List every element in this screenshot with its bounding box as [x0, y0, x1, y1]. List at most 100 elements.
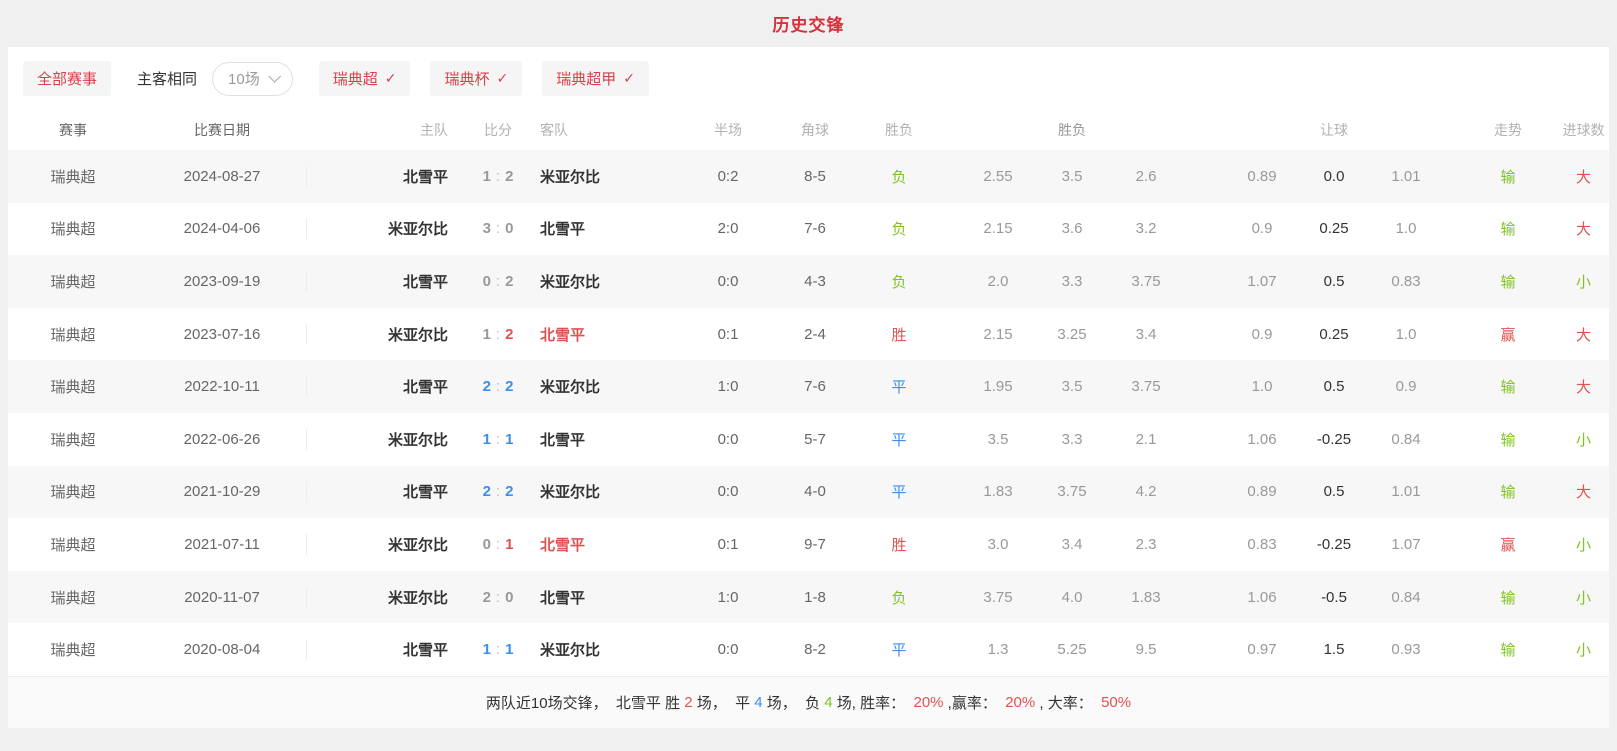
row-trend: 输	[1458, 166, 1558, 187]
header-result: 胜负	[864, 120, 934, 140]
row-result: 负	[864, 271, 934, 292]
row-home-team: 北雪平	[306, 271, 458, 292]
row-odds-loss: 1.83	[1109, 589, 1183, 606]
row-league: 瑞典超	[8, 639, 138, 660]
row-home-team: 北雪平	[306, 376, 458, 397]
summary-segment: 两队近10场交锋， 北雪平 胜	[486, 692, 684, 713]
row-halftime: 0:2	[690, 168, 766, 185]
row-result: 平	[864, 429, 934, 450]
row-trend: 赢	[1458, 534, 1558, 555]
summary-segment: 20%	[1005, 694, 1035, 711]
row-score-home: 1	[483, 326, 491, 343]
row-home-team: 北雪平	[306, 639, 458, 660]
row-corners: 2-4	[766, 326, 864, 343]
summary-segment: 场， 负	[763, 692, 825, 713]
header-handicap: 让球	[1298, 120, 1370, 140]
row-goals: 小	[1558, 587, 1609, 608]
row-odds-loss: 3.2	[1109, 220, 1183, 237]
row-handicap-line: -0.25	[1298, 431, 1370, 448]
row-odds-draw: 3.25	[1035, 326, 1109, 343]
row-goals: 大	[1558, 166, 1609, 187]
match-row[interactable]: 瑞典超 2021-07-11 米亚尔比 0:1 北雪平 0:1 9-7 胜 3.…	[8, 518, 1609, 571]
row-halftime: 0:0	[690, 431, 766, 448]
row-halftime: 0:1	[690, 536, 766, 553]
match-row[interactable]: 瑞典超 2024-04-06 米亚尔比 3:0 北雪平 2:0 7-6 负 2.…	[8, 203, 1609, 256]
row-score-colon: :	[491, 273, 505, 290]
league-filter-label: 瑞典杯	[444, 68, 489, 89]
row-trend: 输	[1458, 639, 1558, 660]
row-corners: 8-2	[766, 641, 864, 658]
row-result: 负	[864, 218, 934, 239]
row-handicap-away: 1.0	[1370, 326, 1442, 343]
row-corners: 7-6	[766, 220, 864, 237]
row-league: 瑞典超	[8, 271, 138, 292]
row-handicap-away: 1.01	[1370, 168, 1442, 185]
row-trend: 输	[1458, 481, 1558, 502]
row-odds-draw: 4.0	[1035, 589, 1109, 606]
row-handicap-away: 0.9	[1370, 378, 1442, 395]
match-row[interactable]: 瑞典超 2020-11-07 米亚尔比 2:0 北雪平 1:0 1-8 负 3.…	[8, 571, 1609, 624]
match-row[interactable]: 瑞典超 2023-09-19 北雪平 0:2 米亚尔比 0:0 4-3 负 2.…	[8, 255, 1609, 308]
row-home-team: 北雪平	[306, 481, 458, 502]
match-row[interactable]: 瑞典超 2022-10-11 北雪平 2:2 米亚尔比 1:0 7-6 平 1.…	[8, 360, 1609, 413]
row-result: 平	[864, 376, 934, 397]
row-score-away: 1	[505, 641, 513, 658]
header-odds: 胜负	[1035, 120, 1109, 140]
league-filter-group: 瑞典超✓ 瑞典杯✓ 瑞典超甲✓	[319, 61, 649, 96]
row-corners: 8-5	[766, 168, 864, 185]
all-events-button[interactable]: 全部赛事	[23, 61, 111, 96]
row-handicap-line: 1.5	[1298, 641, 1370, 658]
row-handicap-home: 1.0	[1226, 378, 1298, 395]
league-filter-button[interactable]: 瑞典超甲✓	[542, 61, 649, 96]
row-league: 瑞典超	[8, 376, 138, 397]
row-date: 2024-08-27	[138, 168, 306, 185]
row-handicap-away: 0.93	[1370, 641, 1442, 658]
row-home-team: 米亚尔比	[306, 587, 458, 608]
row-score: 1:1	[458, 641, 538, 658]
row-trend: 输	[1458, 429, 1558, 450]
header-corner: 角球	[766, 120, 864, 140]
row-score: 0:2	[458, 273, 538, 290]
row-odds-win: 1.95	[961, 378, 1035, 395]
match-row[interactable]: 瑞典超 2022-06-26 米亚尔比 1:1 北雪平 0:0 5-7 平 3.…	[8, 413, 1609, 466]
match-row[interactable]: 瑞典超 2021-10-29 北雪平 2:2 米亚尔比 0:0 4-0 平 1.…	[8, 466, 1609, 519]
row-goals: 小	[1558, 429, 1609, 450]
row-odds-loss: 3.75	[1109, 378, 1183, 395]
row-away-team: 米亚尔比	[538, 376, 690, 397]
row-away-team: 米亚尔比	[538, 481, 690, 502]
row-odds-draw: 3.5	[1035, 168, 1109, 185]
row-score-away: 2	[505, 378, 513, 395]
summary-segment: , 大率：	[1035, 692, 1101, 713]
row-trend: 赢	[1458, 324, 1558, 345]
match-row[interactable]: 瑞典超 2023-07-16 米亚尔比 1:2 北雪平 0:1 2-4 胜 2.…	[8, 308, 1609, 361]
row-handicap-home: 1.07	[1226, 273, 1298, 290]
match-row[interactable]: 瑞典超 2024-08-27 北雪平 1:2 米亚尔比 0:2 8-5 负 2.…	[8, 150, 1609, 203]
row-away-team: 米亚尔比	[538, 639, 690, 660]
row-score-colon: :	[491, 641, 505, 658]
row-goals: 小	[1558, 271, 1609, 292]
row-score-colon: :	[491, 326, 505, 343]
league-filter-button[interactable]: 瑞典超✓	[319, 61, 411, 96]
summary-segment: 2	[684, 694, 692, 711]
row-score-away: 2	[505, 273, 513, 290]
row-league: 瑞典超	[8, 429, 138, 450]
row-corners: 5-7	[766, 431, 864, 448]
row-date: 2022-10-11	[138, 378, 306, 395]
row-away-team: 米亚尔比	[538, 166, 690, 187]
row-odds-win: 3.5	[961, 431, 1035, 448]
row-corners: 7-6	[766, 378, 864, 395]
row-score-away: 0	[505, 589, 513, 606]
row-score: 0:1	[458, 536, 538, 553]
row-score-away: 1	[505, 536, 513, 553]
row-trend: 输	[1458, 376, 1558, 397]
row-odds-loss: 9.5	[1109, 641, 1183, 658]
row-league: 瑞典超	[8, 218, 138, 239]
same-venue-filter[interactable]: 主客相同	[137, 68, 197, 89]
league-filter-button[interactable]: 瑞典杯✓	[430, 61, 522, 96]
header-goals: 进球数	[1558, 120, 1609, 140]
summary-segment: 场, 胜率：	[833, 692, 914, 713]
match-row[interactable]: 瑞典超 2020-08-04 北雪平 1:1 米亚尔比 0:0 8-2 平 1.…	[8, 623, 1609, 676]
row-handicap-home: 0.9	[1226, 326, 1298, 343]
row-odds-win: 1.3	[961, 641, 1035, 658]
match-count-select[interactable]: 10场	[212, 62, 293, 96]
